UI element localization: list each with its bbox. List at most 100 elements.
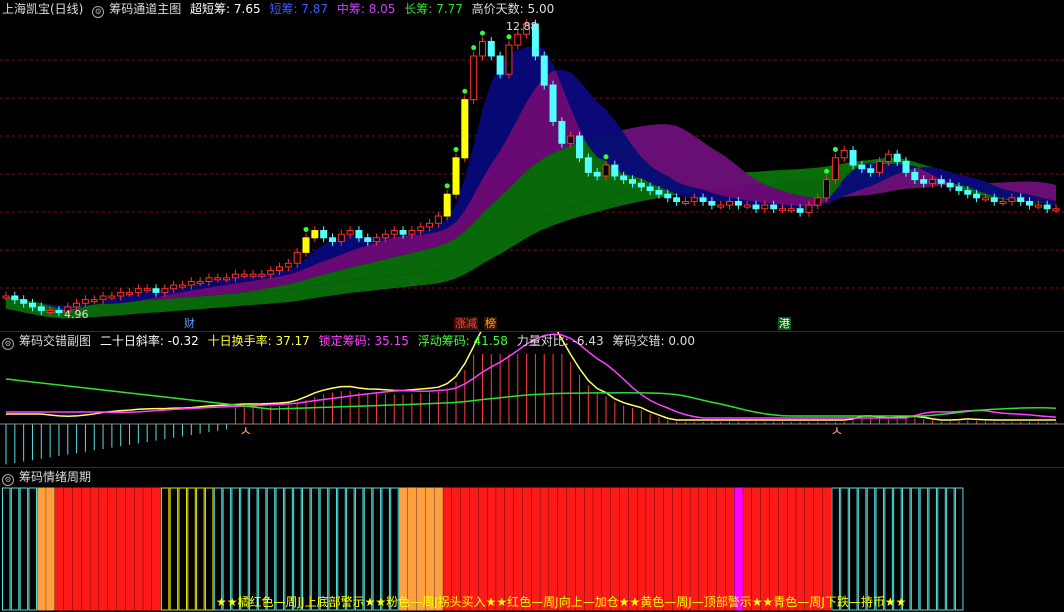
list-event-tag[interactable]: 榜 (484, 317, 497, 330)
mid-value: 中筹: 8.05 (336, 2, 396, 16)
candle (293, 251, 301, 264)
cycle-bar-red (699, 487, 708, 611)
candle (2, 295, 10, 299)
cycle-bar-red (125, 487, 135, 611)
candle (1052, 208, 1060, 212)
cycle-bar-red (540, 487, 549, 611)
candle (443, 193, 451, 217)
candle (1043, 204, 1051, 210)
cycle-bar-red (760, 487, 770, 611)
candle (637, 182, 645, 188)
high-days-value: 高价天数: 5.00 (471, 2, 555, 16)
cycle-bar-orange (407, 487, 417, 611)
candle (90, 299, 98, 303)
candle (990, 197, 998, 202)
candle (1008, 197, 1016, 202)
sub2-indicator-name[interactable]: 筹码情绪周期 (19, 470, 91, 484)
cycle-bar-yellow (160, 487, 170, 611)
signal-dot (506, 34, 512, 40)
cycle-bar-cyan (249, 487, 258, 611)
cycle-bar-cyan (346, 487, 355, 611)
cycle-bar-red (619, 487, 629, 611)
cycle-bar-red (707, 487, 717, 611)
cycle-bar-red (796, 487, 805, 611)
main-indicator-name[interactable]: 筹码通道主图 (109, 2, 181, 16)
finance-event-tag[interactable]: 财 (183, 317, 196, 330)
sub-chart-1-pane[interactable]: ㅅㅅ ⚙ 筹码交错副图 二十日斜率: -0.32 十日换手率: 37.17 锁定筹… (0, 332, 1064, 467)
cycle-bar-red (663, 487, 673, 611)
candlestick-chart[interactable] (0, 0, 1064, 331)
candle (884, 153, 892, 162)
cycle-bar-cyan (222, 487, 232, 611)
cycle-bar-red (107, 487, 117, 611)
candle (646, 186, 654, 192)
candle (611, 164, 619, 177)
candle (134, 288, 142, 293)
candle (205, 277, 213, 282)
cycle-bar-cyan (849, 487, 858, 611)
cross-marker: ㅅ (239, 424, 252, 440)
candle (576, 135, 584, 159)
cycle-bar-red (681, 487, 690, 611)
cycle-bar-cyan (831, 487, 840, 611)
candle (752, 204, 760, 210)
sub1-indicator-name[interactable]: 筹码交错副图 (19, 334, 91, 348)
candle (805, 204, 813, 213)
candle (390, 230, 398, 235)
cycle-bar-red (778, 487, 787, 611)
candle (73, 302, 81, 308)
sentiment-cycle-chart[interactable] (0, 468, 1064, 612)
candle (558, 120, 566, 144)
candle (655, 190, 663, 195)
candle (117, 291, 125, 297)
cycle-bar-cyan (275, 487, 285, 611)
candle (240, 273, 248, 277)
candle (823, 179, 831, 199)
cycle-bar-cyan (840, 487, 849, 611)
cycle-bar-cyan (902, 487, 911, 611)
cycle-bar-yellow (178, 487, 187, 611)
settings-icon[interactable]: ⚙ (2, 338, 14, 350)
long-value: 长筹: 7.77 (404, 2, 463, 16)
main-chart-pane[interactable]: 上海凯宝(日线) ⚙ 筹码通道主图 超短筹: 7.65 短筹: 7.87 中筹: … (0, 0, 1064, 331)
limit-event-tag[interactable]: 涨减 (454, 317, 478, 330)
hk-event-tag[interactable]: 港 (778, 317, 791, 330)
cycle-bar-red (513, 487, 523, 611)
cycle-bar-cyan (954, 487, 964, 611)
candle (284, 262, 292, 268)
settings-icon[interactable]: ⚙ (2, 474, 14, 486)
cycle-bar-red (143, 487, 152, 611)
candle (373, 237, 381, 242)
candle (320, 230, 328, 239)
cycle-bar-cyan (284, 487, 293, 611)
candle (981, 197, 989, 201)
floating-value: 浮动筹码: 41.58 (417, 334, 508, 348)
candle (858, 164, 866, 170)
cycle-bar-cyan (302, 487, 311, 611)
cycle-bar-red (90, 487, 99, 611)
chip-cross-chart[interactable]: ㅅㅅ (0, 332, 1064, 467)
candle (849, 150, 857, 166)
candle (170, 284, 178, 290)
cycle-bar-cyan (28, 487, 37, 611)
candle (11, 295, 19, 301)
settings-icon[interactable]: ⚙ (92, 6, 105, 18)
sub-chart-2-pane[interactable]: ⚙ 筹码情绪周期 (0, 468, 1064, 612)
candle (505, 44, 513, 75)
cycle-bar-red (504, 487, 514, 611)
candle (452, 157, 460, 195)
candle (1026, 200, 1034, 206)
candle (734, 200, 742, 206)
cycle-bar-red (531, 487, 540, 611)
cycle-bar-red (496, 487, 505, 611)
cycle-bar-cyan (293, 487, 302, 611)
candle (434, 215, 442, 224)
candle (620, 175, 628, 181)
candle (108, 295, 116, 299)
cycle-bar-orange (46, 487, 55, 611)
candle (540, 55, 548, 86)
candle (46, 310, 54, 314)
candle (761, 204, 769, 210)
candle (258, 273, 266, 277)
cycle-bar-red (72, 487, 82, 611)
